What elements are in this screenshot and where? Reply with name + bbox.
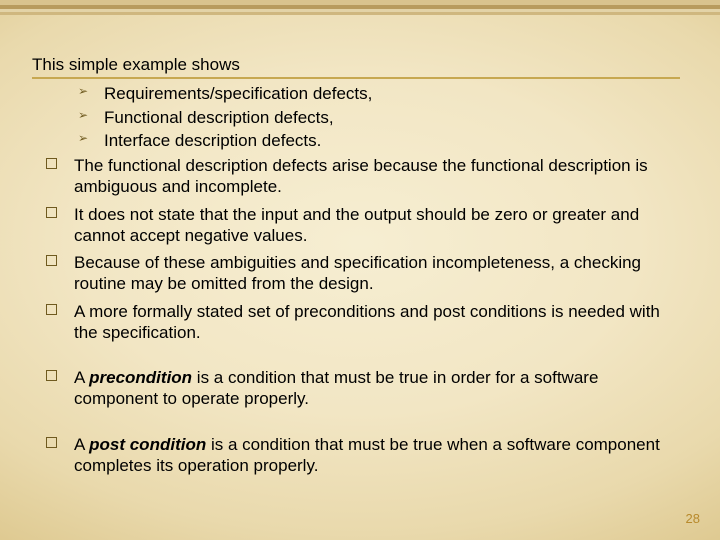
- slide: This simple example shows ➢ Requirements…: [0, 0, 720, 540]
- list-item-text: The functional description defects arise…: [74, 156, 648, 196]
- term-precondition: precondition: [89, 368, 192, 387]
- page-number: 28: [686, 511, 700, 526]
- box-bullet-icon: [46, 207, 57, 218]
- box-bullet-icon: [46, 304, 57, 315]
- divider: [32, 77, 680, 79]
- box-bullet-icon: [46, 158, 57, 169]
- box-list-1: The functional description defects arise…: [32, 155, 680, 343]
- list-item-text: Because of these ambiguities and specifi…: [74, 253, 641, 293]
- arrow-bullet-icon: ➢: [78, 108, 88, 123]
- list-item-text: A precondition is a condition that must …: [74, 368, 598, 408]
- list-item: ➢ Functional description defects,: [78, 107, 680, 128]
- stripe: [0, 12, 720, 15]
- list-item: The functional description defects arise…: [46, 155, 680, 198]
- text-prefix: A: [74, 435, 89, 454]
- term-postcondition: post condition: [89, 435, 206, 454]
- list-item: ➢ Interface description defects.: [78, 130, 680, 151]
- box-bullet-icon: [46, 255, 57, 266]
- list-item: A precondition is a condition that must …: [46, 367, 680, 410]
- box-list-2: A precondition is a condition that must …: [32, 367, 680, 410]
- header-stripes: [0, 0, 720, 28]
- list-item: Because of these ambiguities and specifi…: [46, 252, 680, 295]
- arrow-bullet-icon: ➢: [78, 84, 88, 99]
- box-bullet-icon: [46, 437, 57, 448]
- list-item-text: Requirements/specification defects,: [104, 84, 372, 103]
- list-item-text: Interface description defects.: [104, 131, 321, 150]
- list-item-text: A post condition is a condition that mus…: [74, 435, 660, 475]
- intro-text: This simple example shows: [32, 54, 680, 75]
- arrow-list: ➢ Requirements/specification defects, ➢ …: [32, 83, 680, 151]
- list-item-text: It does not state that the input and the…: [74, 205, 639, 245]
- list-item: A post condition is a condition that mus…: [46, 434, 680, 477]
- list-item-text: Functional description defects,: [104, 108, 334, 127]
- list-item: A more formally stated set of preconditi…: [46, 301, 680, 344]
- list-item: ➢ Requirements/specification defects,: [78, 83, 680, 104]
- box-list-3: A post condition is a condition that mus…: [32, 434, 680, 477]
- arrow-bullet-icon: ➢: [78, 131, 88, 146]
- text-prefix: A: [74, 368, 89, 387]
- list-item-text: A more formally stated set of preconditi…: [74, 302, 660, 342]
- content-area: This simple example shows ➢ Requirements…: [32, 54, 680, 482]
- box-bullet-icon: [46, 370, 57, 381]
- list-item: It does not state that the input and the…: [46, 204, 680, 247]
